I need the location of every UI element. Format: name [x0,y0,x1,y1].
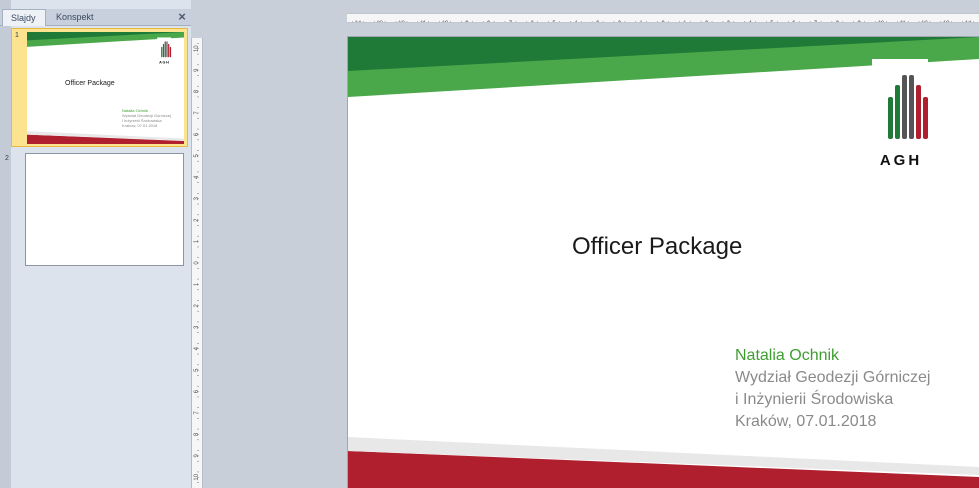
ruler-label: 0 [194,261,200,265]
vertical-ruler: 10 9 8 7 6 5 4 3 2 1 0 1 2 3 4 5 6 7 8 9 10 [191,38,203,488]
ruler-label: 10 [194,473,200,480]
ruler-label: 4 [574,21,578,23]
ruler-label: 2 [194,304,200,308]
horizontal-ruler-ticks: 141312111098765432101234567891011121314 [352,21,974,23]
logo-bar [164,41,166,58]
ruler-label: 6 [531,21,535,23]
ruler-label: 0 [661,21,665,23]
thumbnail-title: Officer Package [65,80,115,87]
ruler-label: 10 [442,21,449,23]
ruler-label: 4 [749,21,753,23]
agh-logo: AGH [872,59,928,179]
ruler-label: 11 [900,21,907,23]
pane-tab-bar: Slajdy Konspekt [0,9,191,26]
logo-bar [166,41,168,58]
slide-title[interactable]: Officer Package [572,233,742,261]
ruler-label: 3 [194,325,200,329]
ruler-label: 14 [355,21,362,23]
logo-bar [902,75,907,139]
ruler-label: 1 [640,21,644,23]
ruler-label: 10 [878,21,885,23]
ruler-label: 7 [194,411,200,415]
ruler-label: 1 [194,282,200,286]
ruler-label: 7 [194,111,200,115]
ruler-label: 5 [552,21,556,23]
ruler-label: 9 [194,68,200,72]
ruler-label: 9 [465,21,469,23]
ruler-label: 12 [398,21,405,23]
logo-text: AGH [159,61,170,65]
slide-number: 2 [5,155,9,162]
slide-thumbnail-2[interactable] [25,153,184,266]
ruler-label: 7 [509,21,513,23]
logo-bar [169,46,172,58]
slide-thumbnail-1[interactable]: 1 AGH Officer Package Natalia Ochnik Wyd… [11,28,188,147]
close-icon[interactable]: × [176,10,188,24]
ruler-label: 4 [194,175,200,179]
horizontal-ruler: 141312111098765432101234567891011121314 [347,13,979,23]
ruler-label: 13 [376,21,383,23]
agh-logo: AGH [157,37,172,68]
ruler-label: 5 [194,368,200,372]
ruler-label: 4 [194,346,200,350]
ruler-label: 8 [194,89,200,93]
ruler-label: 6 [792,21,796,23]
slide-line-3[interactable]: Kraków, 07.01.2018 [735,413,876,431]
thumbnail-line-3: Kraków, 07.01.2018 [122,123,158,128]
logo-bar [895,85,900,139]
ruler-label: 3 [727,21,731,23]
ruler-label: 10 [194,45,200,52]
ruler-label: 12 [921,21,928,23]
logo-text: AGH [880,152,922,169]
ruler-label: 8 [836,21,840,23]
ruler-label: 11 [420,21,427,23]
ruler-label: 8 [194,432,200,436]
thumbnail-slide-graphics: AGH [27,32,184,144]
ruler-label: 1 [194,239,200,243]
vertical-ruler-ticks: 10987654321012345678910 [194,43,200,483]
ruler-label: 6 [194,389,200,393]
ruler-label: 2 [705,21,709,23]
logo-bar [161,46,163,58]
slide-line-2[interactable]: i Inżynierii Środowiska [735,391,893,409]
ruler-label: 3 [596,21,600,23]
pane-edge [0,0,11,488]
tab-slides[interactable]: Slajdy [2,9,46,26]
ruler-label: 14 [965,21,972,23]
ruler-label: 2 [618,21,622,23]
ruler-label: 1 [683,21,687,23]
ruler-label: 13 [943,21,950,23]
ruler-label: 7 [814,21,818,23]
ruler-label: 5 [194,154,200,158]
logo-bar [888,97,893,139]
ruler-label: 5 [770,21,774,23]
ruler-label: 2 [194,218,200,222]
ruler-label: 6 [194,132,200,136]
slides-pane: Slajdy Konspekt × 1 AGH Officer Package … [0,0,191,488]
logo-bar [168,43,170,58]
slide-line-1[interactable]: Wydział Geodezji Górniczej [735,369,930,387]
slide-number: 1 [15,32,19,39]
ruler-label: 8 [487,21,491,23]
logo-bar [162,43,165,58]
slide-author[interactable]: Natalia Ochnik [735,347,839,365]
thumbnail-slide-preview: AGH Officer Package Natalia Ochnik Wydzi… [27,32,184,144]
ruler-label: 3 [194,196,200,200]
logo-bar [916,85,921,139]
slide-graphics: AGH [348,37,979,488]
ruler-label: 9 [857,21,861,23]
tab-outline[interactable]: Konspekt [48,9,100,26]
main-slide[interactable]: AGH Officer Package Natalia Ochnik Wydzi… [347,36,979,488]
ruler-label: 9 [194,454,200,458]
logo-bar [909,75,914,139]
logo-bar [923,97,928,139]
